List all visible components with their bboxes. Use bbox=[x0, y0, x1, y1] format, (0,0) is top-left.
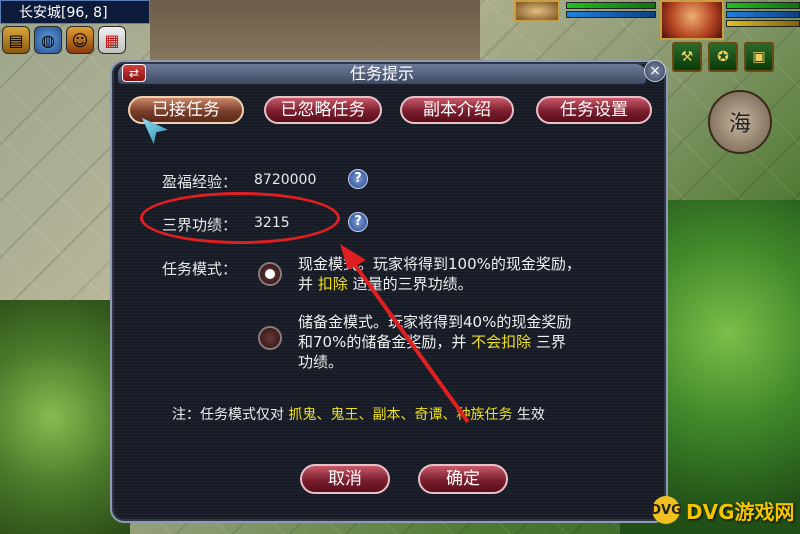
exp-help-icon[interactable]: ? bbox=[348, 169, 368, 189]
hud-icon-bar: ▤ ◍ ☺ ▦ bbox=[2, 26, 152, 56]
player-mp-bar bbox=[726, 11, 800, 18]
watermark-text: DVG游戏网 bbox=[686, 499, 795, 524]
reserve-mode-line3: 功绩。 bbox=[298, 353, 344, 371]
tab-dungeon-intro[interactable]: 副本介绍 bbox=[400, 96, 514, 124]
tab-ignored-tasks[interactable]: 已忽略任务 bbox=[264, 96, 382, 124]
sea-round-button[interactable]: 海 bbox=[708, 90, 772, 154]
dialog-title: 任务提示 bbox=[118, 64, 646, 84]
bag-icon[interactable]: ⚒ bbox=[672, 42, 702, 72]
player-sp-bar bbox=[726, 20, 800, 27]
player-portrait[interactable] bbox=[660, 0, 724, 40]
reserve-mode-radio[interactable] bbox=[258, 326, 282, 350]
location-indicator: 长安城[96, 8] bbox=[0, 0, 150, 24]
task-mode-note: 注：任务模式仅对 抓鬼、鬼王、副本、奇谭、种族任务 生效 bbox=[172, 407, 545, 423]
exp-value: 8720000 bbox=[254, 172, 317, 188]
cash-mode-line2: 并 扣除 适量的三界功绩。 bbox=[298, 275, 473, 293]
reserve-mode-text: 储备金模式。玩家将得到40%的现金奖励 和70%的储备金奖励，并 不会扣除 三界… bbox=[298, 312, 638, 372]
cash-mode-text: 现金模式。玩家将得到100%的现金奖励， 并 扣除 适量的三界功绩。 bbox=[298, 254, 638, 294]
tool-icon[interactable]: ✪ bbox=[708, 42, 738, 72]
cash-mode-line1: 现金模式。玩家将得到100%的现金奖励， bbox=[298, 255, 581, 273]
merit-highlight-ellipse bbox=[140, 192, 340, 244]
tab-task-settings[interactable]: 任务设置 bbox=[536, 96, 652, 124]
pet-mp-bar bbox=[566, 11, 656, 18]
cash-mode-radio[interactable] bbox=[258, 262, 282, 286]
reserve-mode-line1: 储备金模式。玩家将得到40%的现金奖励 bbox=[298, 313, 572, 331]
pet-hp-bar bbox=[566, 2, 656, 9]
book-icon[interactable]: ▤ bbox=[2, 26, 30, 54]
reserve-mode-line2: 和70%的储备金奖励，并 不会扣除 三界 bbox=[298, 333, 566, 351]
watermark-logo-icon: DVG bbox=[650, 496, 682, 524]
close-icon[interactable]: × bbox=[644, 60, 666, 82]
exp-label: 盈福经验： bbox=[162, 173, 238, 191]
person-icon[interactable]: ☺ bbox=[66, 26, 94, 54]
merit-help-icon[interactable]: ? bbox=[348, 212, 368, 232]
task-mode-label: 任务模式： bbox=[162, 260, 238, 278]
swap-icon[interactable]: ⇄ bbox=[122, 64, 146, 82]
site-watermark: DVG DVG游戏网 bbox=[650, 493, 798, 527]
calendar-icon[interactable]: ▦ bbox=[98, 26, 126, 54]
game-scene: 长安城[96, 8] ▤ ◍ ☺ ▦ ⚒ ✪ ▣ 海 任务提示 ⇄ × 已接任务… bbox=[0, 0, 800, 534]
cancel-button[interactable]: 取消 bbox=[300, 464, 390, 494]
treasure-icon[interactable]: ▣ bbox=[744, 42, 774, 72]
pet-portrait[interactable] bbox=[514, 0, 560, 22]
confirm-button[interactable]: 确定 bbox=[418, 464, 508, 494]
task-prompt-dialog: 任务提示 ⇄ × 已接任务 已忽略任务 副本介绍 任务设置 盈福经验： 8720… bbox=[110, 60, 668, 523]
player-hp-bar bbox=[726, 2, 800, 9]
globe-icon[interactable]: ◍ bbox=[34, 26, 62, 54]
